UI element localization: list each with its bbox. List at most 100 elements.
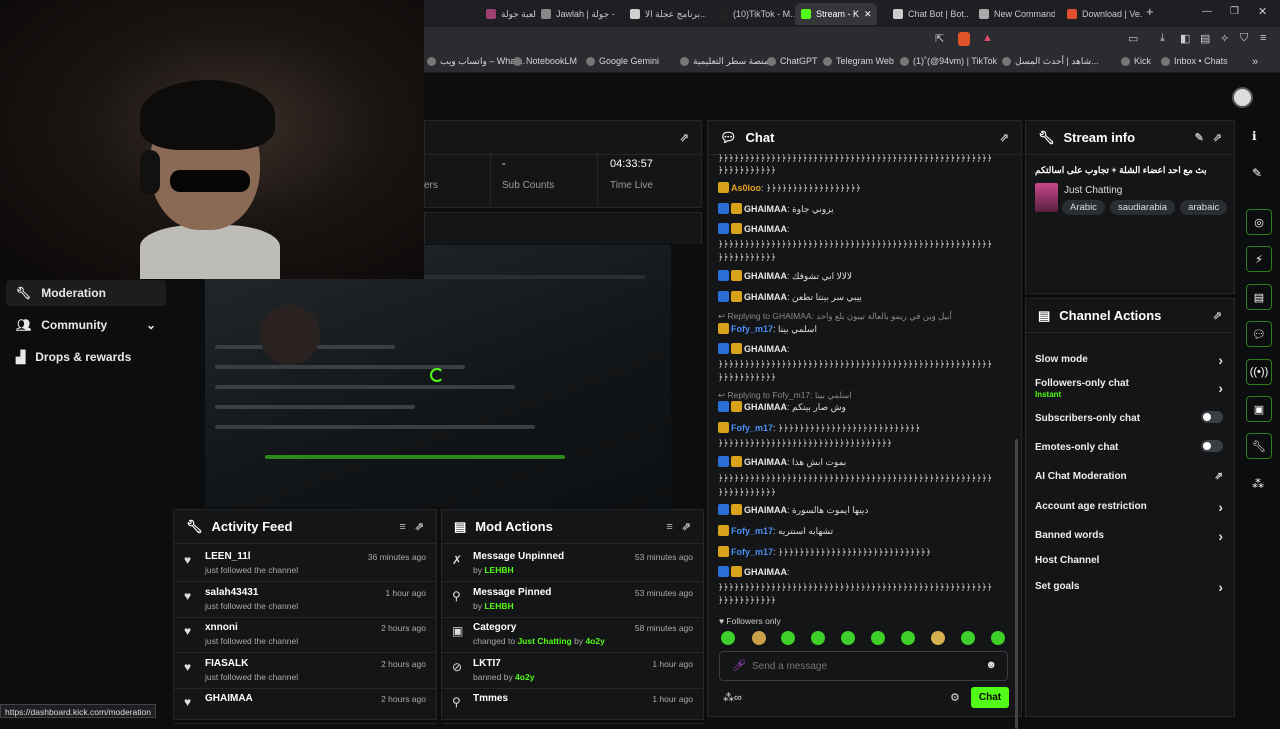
rail-widget-preview[interactable]: ◎ <box>1246 209 1272 235</box>
bookmark-item[interactable]: Telegram Web <box>823 56 894 66</box>
emote[interactable] <box>721 631 735 645</box>
maximize-icon[interactable]: ❐ <box>1230 6 1239 17</box>
chat-username[interactable]: GHAIMAA <box>744 224 787 234</box>
bookmarks-overflow-icon[interactable]: » <box>1252 56 1258 68</box>
rail-widget-list[interactable]: ▤ <box>1246 284 1272 310</box>
chat-username[interactable]: GHAIMAA <box>744 271 787 281</box>
new-tab-icon[interactable]: + <box>1146 4 1154 19</box>
chat-message[interactable]: ﴿﴿﴿﴿﴿﴿﴿﴿﴿﴿﴿﴿﴿﴿﴿﴿﴿﴿﴿﴿﴿﴿﴿﴿﴿﴿﴿﴿﴿﴿﴿﴿﴿﴿﴿﴿﴿﴿﴿﴿… <box>718 581 1008 593</box>
followers-only-action[interactable]: Followers-only chat Instant › <box>1035 378 1225 399</box>
chat-scrollbar[interactable] <box>1015 439 1018 729</box>
popout-icon[interactable]: ⇗ <box>1000 131 1009 144</box>
chat-message[interactable]: ↩ Replying to Fofy_m17: اسلمي بينا <box>718 389 1008 401</box>
chat-username[interactable]: Fofy_m17 <box>731 526 773 536</box>
rail-widget-wrench[interactable]: 🔧︎ <box>1246 433 1272 459</box>
mod-action-row[interactable]: ▣ Category changed to Just Chatting by 4o2… <box>442 617 703 653</box>
bookmark-item[interactable]: واتساب ويب – What... <box>427 56 525 67</box>
rail-widget-bolt[interactable]: ⚡︎ <box>1246 246 1272 272</box>
chat-message[interactable]: ﴿﴿﴿﴿﴿﴿﴿﴿﴿﴿﴿ <box>718 486 1008 498</box>
close-window-icon[interactable]: ✕ <box>1258 5 1267 18</box>
chat-message[interactable]: Fofy_m17: ﴿﴿﴿﴿﴿﴿﴿﴿﴿﴿﴿﴿﴿﴿﴿﴿﴿﴿﴿﴿﴿﴿﴿﴿﴿﴿﴿ <box>718 422 1008 434</box>
activity-row[interactable]: ♥ FIASALK just followed the channel 2 hours… <box>174 653 436 689</box>
chat-message[interactable]: ﴿﴿﴿﴿﴿﴿﴿﴿﴿﴿﴿ <box>718 594 1008 606</box>
browser-tab[interactable]: (10)TikTok - M... <box>712 3 794 25</box>
emote[interactable] <box>991 631 1005 645</box>
chat-username[interactable]: Fofy_m17 <box>731 423 773 433</box>
sidebar-item-moderation[interactable]: 🔧︎ Moderation <box>6 280 166 306</box>
chat-message[interactable]: ﴿﴿﴿﴿﴿﴿﴿﴿﴿﴿﴿﴿﴿﴿﴿﴿﴿﴿﴿﴿﴿﴿﴿﴿﴿﴿﴿﴿﴿﴿﴿﴿﴿ <box>718 437 1008 449</box>
bookmark-item[interactable]: شاهد | أحدث المسل... <box>1002 56 1099 67</box>
chat-username[interactable]: GHAIMAA <box>744 292 787 302</box>
popout-icon[interactable]: ⇗ <box>1213 131 1222 144</box>
stream-preview[interactable] <box>205 245 671 507</box>
brave-rewards-icon[interactable]: ▲ <box>982 32 993 44</box>
chat-message[interactable]: GHAIMAA: <box>718 343 1008 355</box>
reader-icon[interactable]: ▭ <box>1128 32 1138 45</box>
chat-message[interactable]: Fofy_m17: اسلمي بينا <box>718 323 1008 335</box>
chat-message[interactable]: ↩ Replying to GHAIMAA: أبيل وين في ريمو … <box>718 310 1008 322</box>
info-icon[interactable]: ℹ <box>1252 129 1257 143</box>
microphone-icon[interactable]: 🎤︎ <box>732 659 746 672</box>
kick-points-icon[interactable]: ⁂ <box>1252 477 1264 491</box>
brave-shield-icon[interactable] <box>958 32 970 46</box>
mod-action-user[interactable]: Just Chatting <box>517 636 571 646</box>
emote[interactable] <box>752 631 766 645</box>
filter-icon[interactable]: ≡ <box>666 521 672 533</box>
chat-message[interactable]: GHAIMAA: لالالا ابي تشوفك <box>718 270 1008 282</box>
chat-username[interactable]: GHAIMAA <box>744 204 787 214</box>
emotes-only-toggle[interactable] <box>1201 440 1223 452</box>
emote[interactable] <box>901 631 915 645</box>
mod-action-row[interactable]: ⚲ Tmmes 1 hour ago <box>442 688 703 724</box>
chat-message[interactable]: Fofy_m17: تشهابه اسنتريه <box>718 525 1008 537</box>
emoji-icon[interactable]: ☻ <box>985 659 997 671</box>
browser-tab[interactable]: New Command <box>973 3 1055 25</box>
chat-message[interactable]: GHAIMAA: ييبي سر بينتا تطعن <box>718 291 1008 303</box>
mod-action-row[interactable]: ✗ Message Unpinned by LEHBH 53 minutes ago <box>442 546 703 582</box>
chat-username[interactable]: Fofy_m17 <box>731 547 773 557</box>
chat-message[interactable]: ﴿﴿﴿﴿﴿﴿﴿﴿﴿﴿﴿﴿﴿﴿﴿﴿﴿﴿﴿﴿﴿﴿﴿﴿﴿﴿﴿﴿﴿﴿﴿﴿﴿﴿﴿﴿﴿﴿﴿﴿… <box>718 238 1008 250</box>
sidebar-icon[interactable]: ◧ <box>1180 32 1190 45</box>
host-channel-action[interactable]: Host Channel <box>1035 555 1225 566</box>
leo-icon[interactable]: ✧ <box>1220 32 1229 45</box>
chat-message[interactable]: Fofy_m17: ﴿﴿﴿﴿﴿﴿﴿﴿﴿﴿﴿﴿﴿﴿﴿﴿﴿﴿﴿﴿﴿﴿﴿﴿﴿﴿﴿﴿﴿ <box>718 546 1008 558</box>
browser-tab[interactable]: Download | Ve... <box>1061 3 1143 25</box>
subscribers-only-toggle[interactable] <box>1201 411 1223 423</box>
slow-mode-action[interactable]: Slow mode › <box>1035 352 1225 368</box>
minimize-icon[interactable]: — <box>1202 6 1212 17</box>
chat-message[interactable]: GHAIMAA: يزوني جاوة <box>718 203 1008 215</box>
chat-message[interactable]: ﴿﴿﴿﴿﴿﴿﴿﴿﴿﴿﴿﴿﴿﴿﴿﴿﴿﴿﴿﴿﴿﴿﴿﴿﴿﴿﴿﴿﴿﴿﴿﴿﴿﴿﴿﴿﴿﴿﴿﴿… <box>718 358 1008 370</box>
browser-tab[interactable]: Chat Bot | Bot... <box>887 3 969 25</box>
mod-action-row[interactable]: ⊘ LKTI7 banned by 4o2y 1 hour ago <box>442 653 703 689</box>
wallet-icon[interactable]: ▤ <box>1200 32 1210 45</box>
popout-icon[interactable]: ⇗ <box>680 131 689 144</box>
popout-icon[interactable]: ⇗ <box>682 520 691 533</box>
menu-icon[interactable]: ≡ <box>1260 32 1266 44</box>
chat-message[interactable]: ﴿﴿﴿﴿﴿﴿﴿﴿﴿﴿﴿﴿﴿﴿﴿﴿﴿﴿﴿﴿﴿﴿﴿﴿﴿﴿﴿﴿﴿﴿﴿﴿﴿﴿﴿﴿﴿﴿﴿﴿… <box>718 472 1008 484</box>
bookmark-item[interactable]: NotebookLM <box>513 56 577 66</box>
popout-icon[interactable]: ⇗ <box>415 520 424 533</box>
rail-widget-chat[interactable]: 💬︎ <box>1246 321 1272 347</box>
edit-icon[interactable]: ✎ <box>1252 166 1262 180</box>
chat-username[interactable]: GHAIMAA <box>744 567 787 577</box>
share-icon[interactable]: ⇱ <box>935 32 944 45</box>
chat-message[interactable]: ﴿﴿﴿﴿﴿﴿﴿﴿﴿﴿﴿ <box>718 164 1008 176</box>
emote[interactable] <box>961 631 975 645</box>
chat-message[interactable]: ﴿﴿﴿﴿﴿﴿﴿﴿﴿﴿﴿ <box>718 371 1008 383</box>
gear-icon[interactable]: ⚙ <box>950 691 960 704</box>
mod-action-user[interactable]: 4o2y <box>585 636 604 646</box>
mod-action-row[interactable]: ⚲ Message Pinned by LEHBH 53 minutes ago <box>442 582 703 618</box>
browser-tab[interactable]: Jawlah | جولة - <box>535 3 617 25</box>
kick-points-icon[interactable]: ⁂∞ <box>723 691 742 704</box>
activity-row[interactable]: ♥ xnnoni just followed the channel 2 hours … <box>174 617 436 653</box>
chat-message[interactable]: GHAIMAA: وش صار بينكم <box>718 401 1008 413</box>
account-age-action[interactable]: Account age restriction › <box>1035 499 1225 515</box>
chat-message[interactable]: GHAIMAA: ديبها ايموت هالسورة <box>718 504 1008 516</box>
send-chat-button[interactable]: Chat <box>971 687 1009 708</box>
rail-widget-broadcast[interactable]: ((•)) <box>1246 359 1272 385</box>
close-tab-icon[interactable]: ✕ <box>864 9 872 20</box>
emote[interactable] <box>781 631 795 645</box>
banned-words-action[interactable]: Banned words › <box>1035 528 1225 544</box>
bookmark-item[interactable]: Google Gemini <box>586 56 659 66</box>
set-goals-action[interactable]: Set goals › <box>1035 579 1225 595</box>
ai-moderation-action[interactable]: AI Chat Moderation ⇗ <box>1035 471 1225 482</box>
